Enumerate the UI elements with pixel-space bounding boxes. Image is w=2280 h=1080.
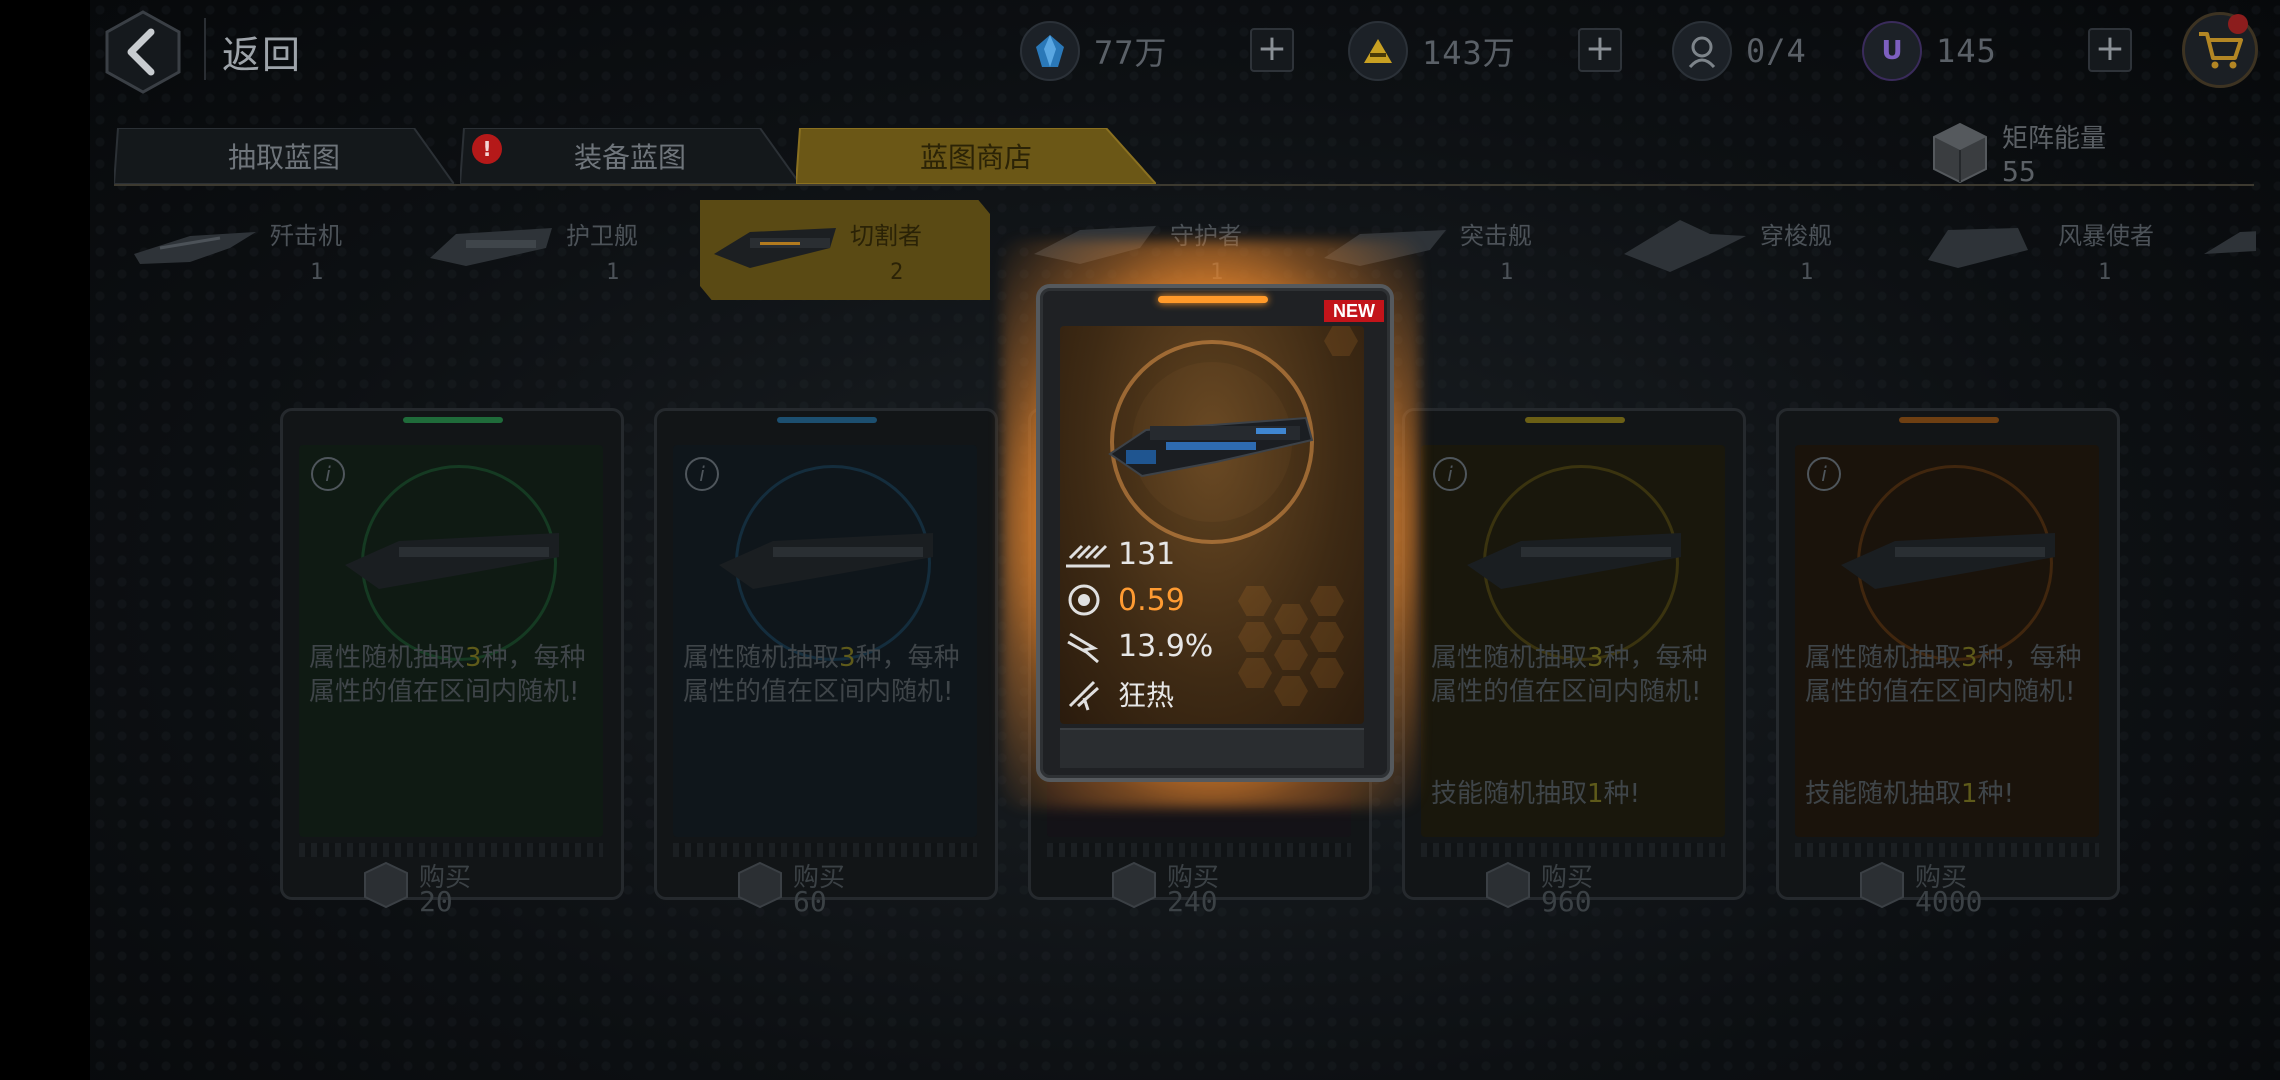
buy-button[interactable]: 购买 4000: [1839, 857, 2059, 918]
stat-attack: 131: [1064, 536, 1175, 572]
left-black-bar: [0, 0, 90, 1080]
info-icon[interactable]: i: [1433, 457, 1467, 491]
add-crystal-button[interactable]: +: [1250, 28, 1294, 72]
add-gold-button[interactable]: +: [1578, 28, 1622, 72]
pilot-icon: [1672, 21, 1732, 81]
buy-button[interactable]: 购买 60: [717, 857, 937, 918]
matrix-cube-icon: [1933, 122, 1987, 184]
crew-resource: 0/4: [1672, 21, 1807, 81]
ship-escort-icon: [430, 228, 552, 266]
ship-item-cutter[interactable]: 切割者 2: [700, 200, 990, 300]
ship-item-stormbringer[interactable]: 风暴使者 1: [1908, 200, 2198, 300]
gold-amount: 143万: [1422, 34, 1516, 72]
ship-partial-icon: [2204, 231, 2256, 254]
ship-item-partial[interactable]: [2196, 200, 2256, 300]
buy-button[interactable]: 购买 20: [343, 857, 563, 918]
ucoin-amount: 145: [1936, 32, 1997, 70]
matrix-cube-icon: [1860, 861, 1904, 909]
tab-equip-blueprint[interactable]: 装备蓝图: [460, 128, 800, 184]
crew-count: 0/4: [1746, 32, 1807, 70]
matrix-value: 55: [2002, 155, 2036, 188]
tab-draw-blueprint[interactable]: 抽取蓝图: [114, 128, 454, 184]
matrix-cube-icon: [364, 861, 408, 909]
weapon-icon: [1841, 533, 2055, 589]
matrix-cube-icon: [738, 861, 782, 909]
ship-stormbringer-icon: [1928, 228, 2028, 268]
matrix-label: 矩阵能量: [2002, 124, 2107, 154]
ship-item-shuttle[interactable]: 穿梭舰 1: [1610, 200, 1900, 300]
notification-dot: [2228, 14, 2248, 34]
blueprint-card-green[interactable]: i 属性随机抽取3种，每种属性的值在区间内随机! 购买 20: [280, 408, 624, 918]
blueprint-card-blue[interactable]: i 属性随机抽取3种，每种属性的值在区间内随机! 购买 60: [654, 408, 998, 918]
gold-icon: [1348, 21, 1408, 81]
ship-cutter-icon: [714, 228, 836, 268]
weapon-icon: [719, 533, 933, 589]
weapon-icon: [1467, 533, 1681, 589]
buy-button[interactable]: 购买 960: [1465, 857, 1685, 918]
weapon-icon: [1108, 416, 1314, 478]
info-icon[interactable]: i: [311, 457, 345, 491]
back-arrow-icon: [105, 10, 181, 94]
blueprint-card-yellow[interactable]: i 属性随机抽取3种，每种属性的值在区间内随机! 技能随机抽取1种! 购买 96…: [1402, 408, 1746, 918]
crystal-amount: 77万: [1094, 34, 1168, 72]
crystal-resource: 77万: [1020, 21, 1168, 81]
add-ucoin-button[interactable]: +: [2088, 28, 2132, 72]
tab-blueprint-shop[interactable]: 蓝图商店: [796, 128, 1156, 184]
ship-item-escort[interactable]: 护卫舰 1: [416, 200, 706, 300]
ship-shuttle-icon: [1624, 220, 1746, 272]
matrix-cube-icon: [1112, 861, 1156, 909]
stat-fire-rate: 0.59: [1064, 582, 1185, 618]
back-label[interactable]: 返回: [222, 24, 302, 79]
divider: [204, 18, 206, 80]
ucoin-resource: U 145: [1862, 21, 1997, 81]
matrix-cube-icon: [1486, 861, 1530, 909]
back-button[interactable]: [105, 10, 181, 94]
ucoin-icon: U: [1862, 21, 1922, 81]
ship-item-fighter[interactable]: 歼击机 1: [120, 200, 410, 300]
ship-fighter-icon: [134, 232, 256, 264]
matrix-energy: 矩阵能量 55: [1932, 118, 2106, 188]
info-icon[interactable]: i: [685, 457, 719, 491]
fire-rate-icon: [1068, 584, 1100, 616]
featured-blueprint-card[interactable]: NEW 131 0.59 13.9% 狂热: [1036, 284, 1394, 782]
weapon-icon: [345, 533, 559, 589]
gold-resource: 143万: [1348, 21, 1516, 81]
stat-critical: 13.9%: [1064, 628, 1213, 664]
info-icon[interactable]: i: [1807, 457, 1841, 491]
tab-alert-badge: !: [472, 134, 502, 164]
skill-icon: [1068, 680, 1100, 711]
critical-icon: [1067, 632, 1099, 664]
attack-icon: [1066, 544, 1110, 568]
crystal-icon: [1020, 21, 1080, 81]
stat-skill: 狂热: [1064, 674, 1174, 714]
cart-icon: [2199, 32, 2243, 69]
new-badge: NEW: [1324, 300, 1384, 322]
blueprint-card-orange[interactable]: i 属性随机抽取3种，每种属性的值在区间内随机! 技能随机抽取1种! 购买 40…: [1776, 408, 2120, 918]
buy-button[interactable]: 购买 240: [1091, 857, 1311, 918]
